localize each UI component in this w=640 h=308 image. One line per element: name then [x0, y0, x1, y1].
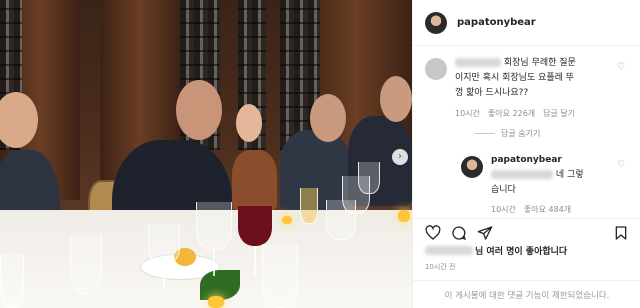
post-sidebar: papatonybear 회장님 무례한 질문 이지만 혹시 회장님도 요플레 … — [412, 0, 640, 308]
reply-author-username[interactable]: papatonybear — [491, 155, 562, 165]
comment-icon[interactable] — [451, 225, 467, 241]
comment-time: 10시간 — [455, 109, 480, 118]
comment-text: 회장님 무례한 질문 — [503, 58, 576, 68]
candle — [398, 210, 410, 222]
candle — [208, 296, 224, 308]
wine-glass — [358, 162, 380, 194]
wine-glass — [148, 224, 180, 264]
person-woman — [232, 150, 277, 210]
bookmark-icon[interactable] — [613, 225, 629, 241]
glass-stem — [163, 264, 165, 290]
likes-summary[interactable]: 님 여러 명이 좋아합니다 — [425, 244, 567, 257]
reply-author-avatar[interactable] — [461, 156, 483, 178]
comment-like-heart-icon[interactable]: ♡ — [617, 62, 625, 72]
post-timestamp: 10시간 전 — [425, 263, 456, 271]
wine-glass — [196, 202, 232, 250]
commenter-avatar[interactable] — [425, 58, 447, 80]
candle — [282, 216, 292, 224]
person-far-right-head — [380, 76, 412, 122]
reply-line-3: 습니다 — [491, 185, 516, 195]
comment-line-2: 이지만 혹시 회장님도 요플레 뚜 — [455, 73, 575, 83]
author-username[interactable]: papatonybear — [457, 17, 536, 28]
carousel-next-icon[interactable]: › — [392, 149, 408, 165]
comment-likes[interactable]: 좋아요 226개 — [488, 108, 535, 119]
comment-line-3: 껑 핥아 드시나요?? — [455, 88, 529, 98]
reply-line-1: papatonybear — [491, 153, 562, 168]
reply-likes[interactable]: 좋아요 484개 — [524, 204, 571, 215]
reply-line-2: 네 그렇 — [491, 168, 584, 183]
comment-line-1: 회장님 무례한 질문 — [455, 56, 576, 71]
person-woman-head — [236, 104, 262, 142]
glass-stem — [254, 246, 256, 276]
water-glass — [0, 254, 24, 308]
water-glass — [262, 244, 298, 308]
comment-meta: 10시간 좋아요 226개 답글 달기 — [455, 108, 575, 119]
reply-meta: 10시간 좋아요 484개 — [491, 204, 571, 215]
redacted-liker — [425, 246, 473, 255]
likes-summary-text: 님 여러 명이 좋아합니다 — [475, 247, 568, 257]
person-right-head — [310, 94, 346, 142]
reply-text: 네 그렇 — [555, 170, 584, 180]
beer-glass — [300, 188, 318, 224]
hide-replies[interactable]: 답글 숨기기 — [475, 128, 540, 139]
action-bar — [413, 218, 640, 241]
redacted-username — [455, 58, 501, 67]
send-icon[interactable] — [477, 225, 493, 241]
comments-restricted-notice: 이 게시물에 대한 댓글 기능이 제한되었습니다. — [413, 280, 640, 308]
comments-list: 회장님 무례한 질문 이지만 혹시 회장님도 요플레 뚜 껑 핥아 드시나요??… — [413, 46, 640, 218]
post-photo: › — [0, 0, 412, 308]
reply-button[interactable]: 답글 달기 — [543, 108, 575, 119]
author-avatar[interactable] — [425, 11, 447, 34]
heart-icon[interactable] — [425, 225, 441, 241]
post-header: papatonybear — [413, 0, 640, 46]
red-wine-glass — [238, 206, 272, 246]
reply-like-heart-icon[interactable]: ♡ — [617, 160, 625, 170]
redacted-mention — [491, 170, 553, 179]
reply-time: 10시간 — [491, 205, 516, 214]
water-glass — [70, 234, 102, 294]
person-center-head — [176, 80, 222, 140]
glass-stem — [213, 250, 215, 276]
hide-replies-label[interactable]: 답글 숨기기 — [501, 128, 540, 139]
hide-replies-divider — [475, 133, 495, 134]
